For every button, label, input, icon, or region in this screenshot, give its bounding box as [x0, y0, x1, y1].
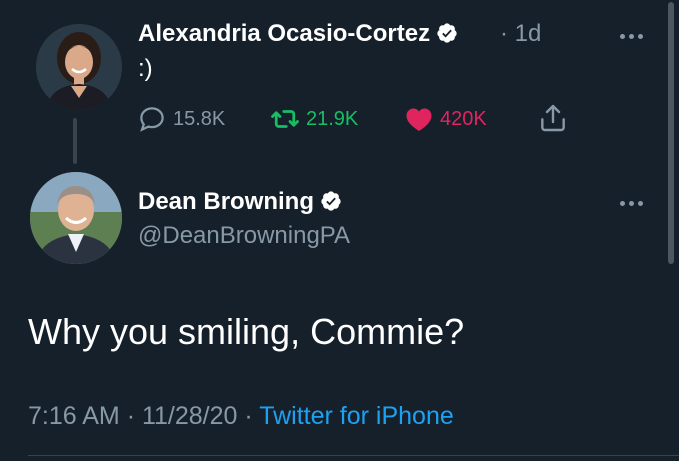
avatar-photo	[36, 24, 122, 110]
author-name[interactable]: Dean Browning	[138, 188, 342, 216]
thread-connector-line	[73, 118, 77, 164]
parent-author-name-text: Alexandria Ocasio-Cortez	[138, 20, 431, 47]
scrollbar[interactable]	[668, 2, 674, 264]
retweet-icon	[271, 110, 299, 128]
tweet-text: Why you smiling, Commie?	[28, 311, 465, 352]
like-button[interactable]: 420K	[404, 104, 487, 134]
avatar[interactable]	[30, 172, 122, 264]
parent-tweet-time[interactable]: 1d	[515, 20, 542, 47]
tweet-date[interactable]: 11/28/20	[142, 402, 237, 430]
heart-icon	[406, 108, 432, 131]
tweet-meta: 7:16 AM · 11/28/20 · Twitter for iPhone	[28, 400, 454, 432]
share-button[interactable]	[537, 102, 575, 134]
reply-count: 15.8K	[173, 107, 226, 130]
verified-badge-icon	[437, 23, 457, 43]
tweet-source-link[interactable]: Twitter for iPhone	[259, 402, 454, 430]
reply-icon	[140, 107, 164, 132]
parent-author-name[interactable]: Alexandria Ocasio-Cortez	[138, 20, 458, 48]
meta-separator: ·	[244, 402, 253, 430]
meta-separator: ·	[126, 402, 136, 430]
like-count: 420K	[440, 107, 487, 130]
retweet-button[interactable]: 21.9K	[270, 104, 358, 134]
verified-badge-icon	[321, 191, 341, 211]
divider	[28, 455, 679, 456]
tweet-time[interactable]: 7:16 AM	[28, 402, 120, 430]
author-handle[interactable]: @DeanBrowningPA	[138, 222, 350, 250]
parent-tweet-text: :)	[138, 55, 153, 82]
meta-separator: ·	[500, 20, 508, 47]
share-icon	[541, 104, 565, 132]
avatar-photo	[30, 172, 122, 264]
reply-button[interactable]: 15.8K	[137, 104, 225, 134]
more-options-icon[interactable]	[620, 34, 643, 39]
retweet-count: 21.9K	[306, 107, 359, 130]
avatar[interactable]	[36, 24, 122, 110]
more-options-icon[interactable]	[620, 201, 643, 206]
author-name-text: Dean Browning	[138, 188, 315, 215]
parent-tweet-meta: · 1d	[500, 20, 541, 48]
